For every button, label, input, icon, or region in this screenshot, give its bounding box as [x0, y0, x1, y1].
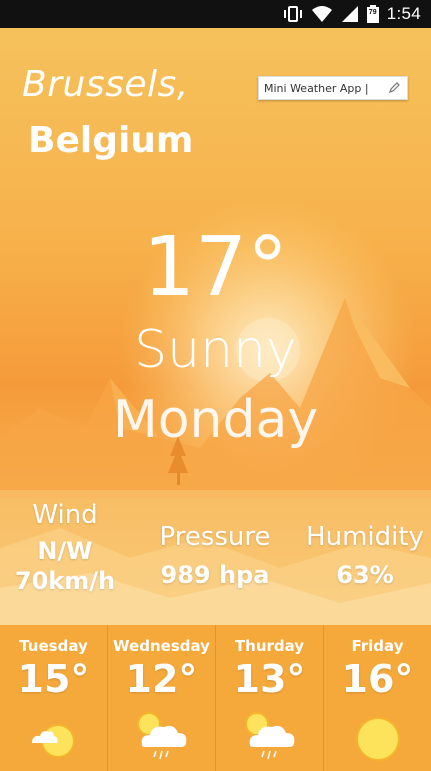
pressure-value: 989 hpa: [160, 561, 270, 589]
wind-speed: 70km/h: [14, 567, 116, 595]
humidity-value: 63%: [336, 561, 394, 589]
humidity-label: Humidity: [306, 522, 424, 552]
pressure-label: Pressure: [159, 522, 271, 552]
forecast-day-card[interactable]: Wednesday 12°: [108, 625, 216, 771]
battery-icon: 79: [366, 5, 379, 23]
wind-stat: Wind N/W 70km/h: [0, 500, 130, 596]
pressure-stat: Pressure 989 hpa: [145, 522, 285, 590]
weather-scene: Brussels, Belgium Mini Weather App | 17°…: [0, 28, 431, 625]
forecast-day-name: Tuesday: [19, 637, 88, 655]
signal-icon: [341, 6, 358, 22]
wind-label: Wind: [32, 500, 98, 530]
forecast-day-name: Wednesday: [113, 637, 210, 655]
wind-direction: N/W: [37, 537, 93, 565]
weather-app: 79 1:54 Brussels, Belgium Mini Weather A…: [0, 0, 431, 771]
current-day: Monday: [112, 390, 319, 450]
rain-cloud-icon: [136, 712, 186, 760]
humidity-stat: Humidity 63%: [300, 522, 430, 590]
forecast-day-card[interactable]: Friday 16°: [324, 625, 431, 771]
sun-icon: [355, 717, 400, 761]
forecast-temp: 16°: [341, 657, 414, 701]
pencil-icon[interactable]: [388, 81, 401, 94]
app-title-text: Mini Weather App |: [264, 81, 369, 95]
city-name: Brussels,: [22, 64, 189, 105]
status-clock: 1:54: [386, 4, 421, 23]
country-name: Belgium: [28, 120, 194, 161]
forecast-strip: Tuesday 15° Wednesday 12° Thurday 13° Fr…: [0, 625, 431, 771]
forecast-day-name: Friday: [351, 637, 404, 655]
forecast-day-card[interactable]: Tuesday 15°: [0, 625, 108, 771]
forecast-day-card[interactable]: Thurday 13°: [216, 625, 324, 771]
forecast-temp: 13°: [233, 657, 306, 701]
app-title-field[interactable]: Mini Weather App |: [258, 76, 408, 100]
wifi-icon: [311, 6, 332, 22]
current-condition: Sunny: [134, 320, 297, 380]
status-bar: 79 1:54: [0, 0, 431, 28]
rain-cloud-icon: [244, 712, 294, 760]
forecast-temp: 12°: [125, 657, 198, 701]
battery-level: 79: [368, 9, 377, 16]
partly-cloudy-icon: [31, 724, 75, 758]
forecast-day-name: Thurday: [234, 637, 305, 655]
vibrate-icon: [283, 6, 302, 22]
forecast-temp: 15°: [17, 657, 90, 701]
current-temperature: 17°: [142, 220, 289, 315]
